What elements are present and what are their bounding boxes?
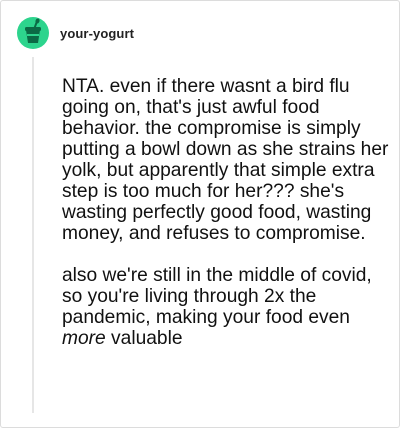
reply-paragraph-1: NTA. even if there wasnt a bird flu goin… [62, 76, 389, 244]
thread-line [32, 57, 34, 413]
reply-paragraph-2: also we're still in the middle of covid,… [62, 265, 392, 349]
reply-header: your-yogurt [17, 17, 134, 49]
reply-card: your-yogurt NTA. even if there wasnt a b… [0, 0, 400, 428]
reply-body: NTA. even if there wasnt a bird flu goin… [62, 76, 392, 349]
username-link[interactable]: your-yogurt [60, 26, 134, 41]
emphasis-text: more [62, 328, 106, 349]
reply-paragraph-2-text: also we're still in the middle of covid,… [62, 265, 372, 328]
reply-paragraph-2-end: valuable [105, 328, 183, 349]
yogurt-avatar-icon[interactable] [17, 17, 49, 49]
